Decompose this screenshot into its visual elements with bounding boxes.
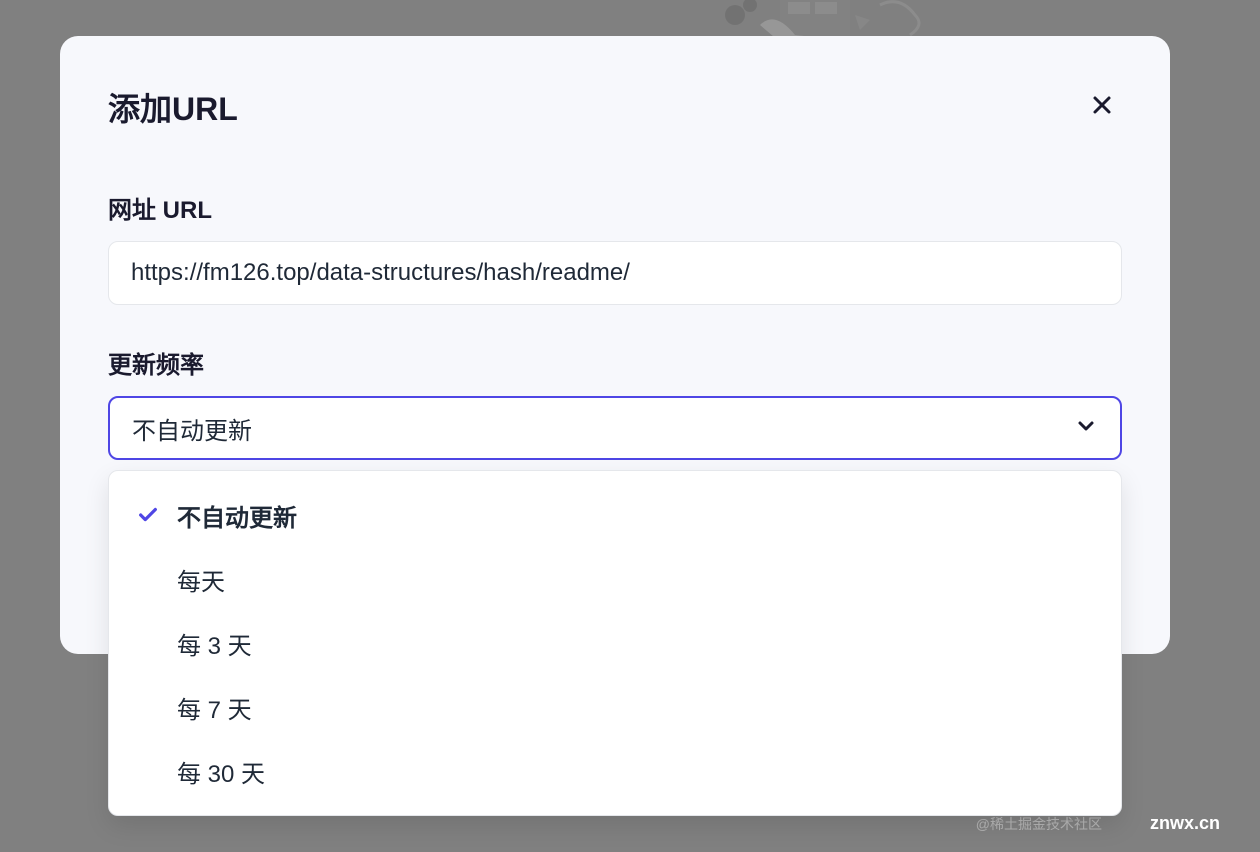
modal-header: 添加URL	[108, 84, 1122, 130]
dropdown-item-label: 每 7 天	[177, 690, 252, 725]
dropdown-item-label: 每 30 天	[177, 754, 265, 789]
frequency-select-wrapper: 不自动更新 不自动更新 每天	[108, 396, 1122, 460]
dropdown-item-label: 每天	[177, 562, 225, 597]
modal-title: 添加URL	[108, 84, 238, 130]
dropdown-option-daily[interactable]: 每天	[109, 547, 1121, 611]
dropdown-item-label: 每 3 天	[177, 626, 252, 661]
add-url-modal: 添加URL 网址 URL 更新频率 不自动更新	[60, 36, 1170, 654]
dropdown-item-label: 不自动更新	[177, 498, 297, 533]
frequency-field-group: 更新频率 不自动更新 不自动更新	[108, 345, 1122, 460]
frequency-selected-value: 不自动更新	[132, 411, 252, 446]
dropdown-option-no-auto[interactable]: 不自动更新	[109, 483, 1121, 547]
chevron-down-icon	[1074, 414, 1098, 443]
url-label: 网址 URL	[108, 190, 1122, 225]
url-field-group: 网址 URL	[108, 190, 1122, 305]
dropdown-option-30days[interactable]: 每 30 天	[109, 739, 1121, 803]
dropdown-option-3days[interactable]: 每 3 天	[109, 611, 1121, 675]
dropdown-option-7days[interactable]: 每 7 天	[109, 675, 1121, 739]
close-button[interactable]	[1082, 87, 1122, 127]
frequency-dropdown: 不自动更新 每天 每 3 天 每 7 天 每 30 天	[108, 470, 1122, 816]
frequency-label: 更新频率	[108, 345, 1122, 380]
watermark: znwx.cn	[1150, 813, 1220, 834]
close-icon	[1090, 93, 1114, 122]
check-icon	[137, 504, 159, 526]
url-input[interactable]	[108, 241, 1122, 305]
frequency-select[interactable]: 不自动更新	[108, 396, 1122, 460]
watermark-sub: @稀土掘金技术社区	[976, 814, 1102, 834]
